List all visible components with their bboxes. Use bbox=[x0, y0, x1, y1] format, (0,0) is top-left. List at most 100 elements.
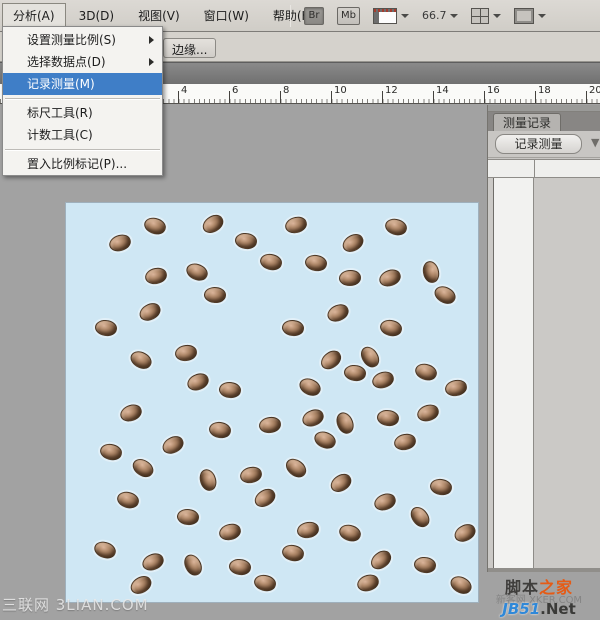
seed bbox=[429, 477, 454, 497]
arrange-documents-icon bbox=[471, 8, 489, 24]
menu-item-label: 设置测量比例(S) bbox=[27, 33, 116, 47]
menu-view[interactable]: 视图(V) bbox=[127, 3, 191, 28]
seed bbox=[343, 363, 367, 383]
zoom-level-control[interactable]: 66.7 bbox=[422, 9, 459, 22]
seed bbox=[252, 572, 277, 593]
tab-measurement-log[interactable]: 测量记录 bbox=[493, 113, 561, 131]
seed bbox=[129, 455, 156, 481]
seed bbox=[127, 348, 154, 373]
seed bbox=[94, 318, 118, 338]
panel-drag-strip[interactable] bbox=[488, 105, 600, 112]
seed bbox=[325, 301, 351, 324]
seed bbox=[334, 410, 357, 436]
seed bbox=[327, 471, 354, 496]
chevron-down-icon bbox=[493, 14, 501, 18]
ruler-number: 20 bbox=[589, 85, 600, 96]
panel-toolbar: 记录测量 ▼ bbox=[488, 131, 600, 158]
seed bbox=[137, 300, 164, 324]
seed bbox=[297, 375, 324, 399]
menu-item-label: 置入比例标记(P)... bbox=[27, 157, 127, 171]
seed bbox=[300, 407, 326, 430]
seed bbox=[339, 270, 361, 286]
watermark-3lian: 三联网 3LIAN.COM bbox=[2, 594, 149, 615]
seed bbox=[304, 253, 329, 273]
seed bbox=[258, 416, 281, 434]
seed bbox=[282, 455, 309, 481]
panel-tab-row: 测量记录 bbox=[488, 112, 600, 131]
menu-item-count-tool[interactable]: 计数工具(C) bbox=[3, 124, 162, 146]
seed bbox=[218, 522, 243, 542]
seed bbox=[140, 551, 166, 574]
menu-item-select-data-points[interactable]: 选择数据点(D) bbox=[3, 51, 162, 73]
seed bbox=[337, 522, 363, 545]
watermark-text: .Net bbox=[540, 600, 576, 618]
bridge-button[interactable]: Br bbox=[304, 7, 324, 25]
seed bbox=[281, 319, 305, 338]
watermark-jb51: 新客网 XKER.COM 脚本之家 JB51.Net bbox=[484, 574, 594, 618]
menu-item-place-scale-marker[interactable]: 置入比例标记(P)... bbox=[3, 153, 162, 175]
seed bbox=[372, 491, 398, 513]
seed bbox=[160, 433, 187, 457]
seed bbox=[218, 381, 242, 400]
watermark-site-url: JB51.Net bbox=[484, 600, 594, 618]
refine-edge-button[interactable]: 边缘... bbox=[163, 38, 216, 58]
menu-item-label: 记录测量(M) bbox=[27, 77, 95, 91]
menu-item-label: 选择数据点(D) bbox=[27, 55, 106, 69]
mobile-button[interactable]: Mb bbox=[337, 7, 360, 25]
seed bbox=[197, 467, 218, 492]
panel-bottom-edge[interactable] bbox=[488, 568, 600, 572]
seed bbox=[258, 251, 283, 272]
seed bbox=[280, 542, 305, 563]
menu-3d[interactable]: 3D(D) bbox=[68, 5, 125, 27]
chevron-down-icon bbox=[401, 14, 409, 18]
menu-item-set-measurement-scale[interactable]: 设置测量比例(S) bbox=[3, 29, 162, 51]
menu-item-record-measurements[interactable]: 记录测量(M) bbox=[3, 73, 162, 95]
record-measurements-button[interactable]: 记录测量 bbox=[495, 134, 582, 154]
menu-window[interactable]: 窗口(W) bbox=[193, 3, 260, 28]
filter-icon[interactable]: ▼ bbox=[591, 136, 600, 150]
seed bbox=[370, 369, 395, 390]
menu-item-label: 计数工具(C) bbox=[27, 128, 93, 142]
seed bbox=[377, 267, 403, 289]
seed bbox=[413, 361, 439, 384]
view-extras-control[interactable] bbox=[373, 8, 409, 24]
ruler-number: 6 bbox=[232, 85, 238, 96]
seed bbox=[203, 286, 226, 304]
photoshop-window: 测量记录 记录测量 ▼ 4 6 8 10 12 14 16 18 20 边缘..… bbox=[0, 0, 600, 620]
seed bbox=[383, 216, 409, 238]
seed bbox=[239, 465, 263, 485]
screen-mode-control[interactable] bbox=[514, 8, 546, 24]
seed bbox=[378, 317, 403, 338]
seed bbox=[118, 402, 144, 424]
measurement-log-panel: 测量记录 记录测量 ▼ bbox=[487, 105, 600, 572]
ruler-number: 12 bbox=[385, 85, 398, 96]
menu-item-ruler-tool[interactable]: 标尺工具(R) bbox=[3, 102, 162, 124]
table-body bbox=[488, 178, 600, 568]
seed bbox=[115, 489, 141, 511]
seed bbox=[444, 379, 468, 398]
column-divider[interactable] bbox=[534, 160, 535, 177]
seed bbox=[312, 428, 339, 452]
chevron-down-icon bbox=[538, 14, 546, 18]
seed bbox=[176, 508, 200, 527]
submenu-arrow-icon bbox=[149, 36, 154, 44]
menu-analysis[interactable]: 分析(A) bbox=[2, 3, 66, 28]
seeds-layer bbox=[66, 203, 478, 602]
seed bbox=[144, 266, 168, 286]
menu-separator bbox=[5, 98, 160, 99]
panel-window-icon bbox=[373, 8, 397, 24]
menu-separator bbox=[5, 149, 160, 150]
seed bbox=[228, 557, 252, 577]
menu-item-label: 标尺工具(R) bbox=[27, 106, 93, 120]
table-header-row bbox=[488, 159, 600, 178]
document-canvas[interactable] bbox=[66, 203, 478, 602]
seed bbox=[142, 215, 168, 238]
ruler-number: 4 bbox=[181, 85, 187, 96]
seed bbox=[181, 552, 205, 579]
seed bbox=[98, 441, 123, 462]
seed bbox=[174, 344, 197, 362]
seed bbox=[234, 231, 258, 251]
arrange-documents-control[interactable] bbox=[471, 8, 501, 24]
application-bar: Br Mb 66.7 bbox=[290, 0, 546, 31]
seed bbox=[393, 432, 417, 452]
